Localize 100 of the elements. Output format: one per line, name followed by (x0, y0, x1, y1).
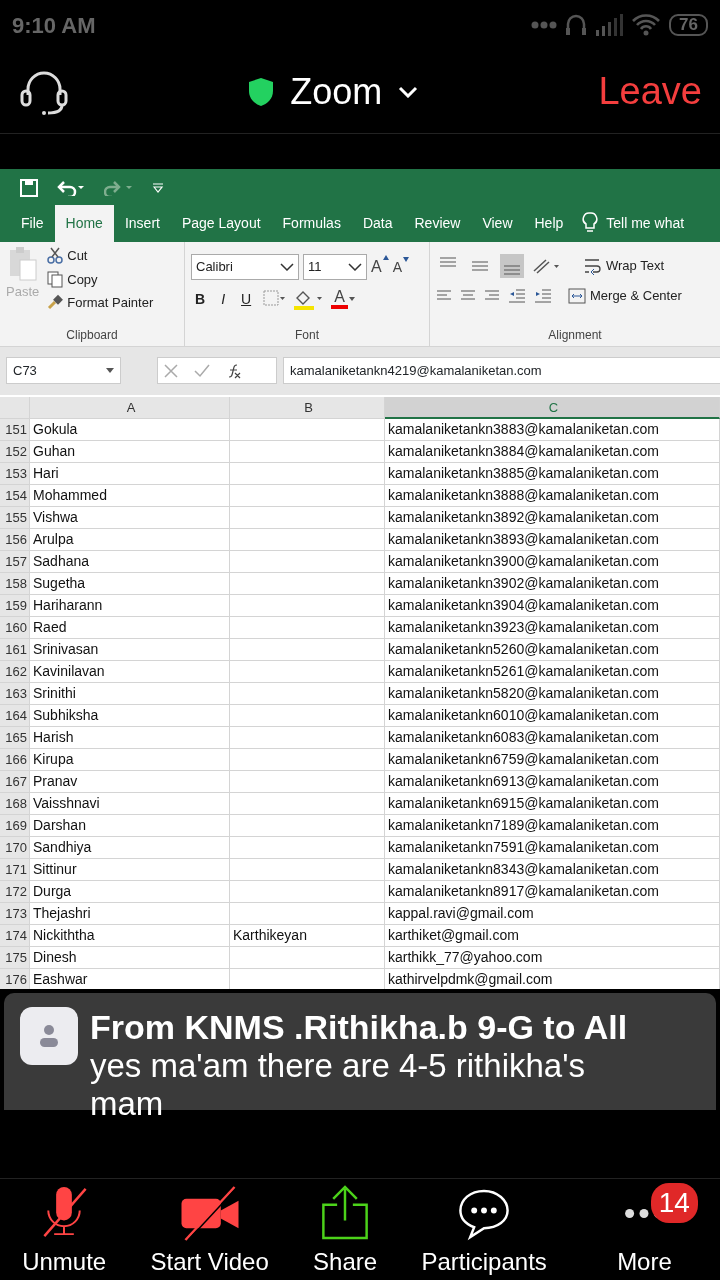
align-left-icon[interactable] (436, 288, 452, 303)
row-number[interactable]: 170 (0, 837, 30, 859)
ribbon-tab[interactable]: Review (403, 205, 472, 242)
row-number[interactable]: 174 (0, 925, 30, 947)
decrease-font-button[interactable]: A (392, 256, 409, 278)
row-number[interactable]: 166 (0, 749, 30, 771)
table-cell: kamalaniketankn7189@kamalaniketan.com (385, 815, 720, 837)
table-cell: Karthikeyan (230, 925, 385, 947)
group-label: Alignment (547, 327, 603, 344)
function-icon[interactable] (226, 362, 242, 379)
row-number[interactable]: 175 (0, 947, 30, 969)
table-cell: Kavinilavan (30, 661, 230, 683)
enter-icon[interactable] (194, 363, 210, 378)
row-number[interactable]: 171 (0, 859, 30, 881)
redo-icon[interactable] (104, 179, 134, 196)
lightbulb-icon (582, 212, 599, 234)
align-right-icon[interactable] (484, 288, 500, 303)
row-number[interactable]: 168 (0, 793, 30, 815)
decrease-indent-icon[interactable] (508, 287, 526, 304)
ribbon-tab[interactable]: Formulas (271, 205, 352, 242)
signal-icon (595, 14, 624, 36)
unmute-button[interactable]: Unmute (22, 1179, 107, 1280)
orientation-icon[interactable] (532, 257, 560, 275)
leave-button[interactable]: Leave (598, 63, 702, 120)
share-button[interactable]: Share (313, 1179, 378, 1280)
table-cell: Sandhiya (30, 837, 230, 859)
row-number[interactable]: 159 (0, 595, 30, 617)
merge-center-button[interactable]: Merge & Center (590, 286, 682, 306)
row-number[interactable]: 160 (0, 617, 30, 639)
row-number[interactable]: 163 (0, 683, 30, 705)
align-button[interactable] (500, 254, 524, 278)
row-number[interactable]: 155 (0, 507, 30, 529)
borders-icon[interactable] (263, 290, 286, 308)
italic-button[interactable]: I (217, 288, 229, 310)
font-size-dropdown[interactable]: 11 (303, 254, 367, 280)
table-cell: Hariharann (30, 595, 230, 617)
table-cell: Sugetha (30, 573, 230, 595)
copy-button[interactable]: Copy (67, 269, 98, 289)
table-cell: Gokula (30, 419, 230, 441)
font-name-dropdown[interactable]: Calibri (191, 254, 299, 280)
bold-button[interactable]: B (191, 288, 210, 310)
column-header[interactable]: A (30, 397, 230, 419)
table-cell: karthiket@gmail.com (385, 925, 720, 947)
tell-me-search[interactable]: Tell me what (606, 212, 685, 234)
table-cell: kamalaniketankn3892@kamalaniketan.com (385, 507, 720, 529)
row-number[interactable]: 161 (0, 639, 30, 661)
column-header[interactable]: B (230, 397, 385, 419)
wrap-text-button[interactable]: Wrap Text (606, 256, 665, 276)
row-number[interactable]: 157 (0, 551, 30, 573)
increase-indent-icon[interactable] (534, 287, 552, 304)
cut-button[interactable]: Cut (67, 246, 88, 266)
row-number[interactable]: 167 (0, 771, 30, 793)
row-number[interactable]: 172 (0, 881, 30, 903)
row-number[interactable]: 164 (0, 705, 30, 727)
start-video-button[interactable]: Start Video (150, 1179, 269, 1280)
ribbon-tab[interactable]: Page Layout (170, 205, 272, 242)
more-button[interactable]: More 14 (591, 1179, 698, 1280)
row-number[interactable]: 169 (0, 815, 30, 837)
table-cell: kamalaniketankn6915@kamalaniketan.com (385, 793, 720, 815)
ribbon-tab[interactable]: Insert (113, 205, 171, 242)
ribbon-tab[interactable]: File (10, 205, 55, 242)
ribbon-tab[interactable]: View (471, 205, 524, 242)
row-number[interactable]: 162 (0, 661, 30, 683)
row-number[interactable]: 152 (0, 441, 30, 463)
table-cell: kamalaniketankn3902@kamalaniketan.com (385, 573, 720, 595)
table-cell: kamalaniketankn3923@kamalaniketan.com (385, 617, 720, 639)
increase-font-button[interactable]: A (371, 255, 389, 279)
ribbon-tab[interactable]: Help (523, 205, 575, 242)
meeting-title[interactable]: Zoom (290, 64, 383, 119)
chevron-down-icon[interactable] (398, 85, 419, 98)
participants-button[interactable]: Participants (421, 1179, 547, 1280)
caret-up-icon (382, 255, 389, 260)
save-icon[interactable] (20, 178, 38, 197)
row-number[interactable]: 176 (0, 969, 30, 989)
underline-button[interactable]: U (237, 288, 256, 310)
formula-input[interactable]: kamalaniketankn4219@kamalaniketan.com (283, 357, 720, 384)
align-center-icon[interactable] (460, 288, 476, 303)
format-painter-button[interactable]: Format Painter (67, 293, 154, 313)
row-number[interactable]: 153 (0, 463, 30, 485)
row-number[interactable]: 173 (0, 903, 30, 925)
caret-down-icon (348, 297, 355, 301)
row-number[interactable]: 165 (0, 727, 30, 749)
undo-icon[interactable] (56, 179, 86, 196)
vertical-align-icon (471, 261, 489, 271)
row-number[interactable]: 151 (0, 419, 30, 441)
ribbon-tab[interactable]: Home (54, 205, 114, 242)
row-number[interactable]: 158 (0, 573, 30, 595)
ribbon-tab[interactable]: Data (351, 205, 404, 242)
table-cell: kamalaniketankn3888@kamalaniketan.com (385, 485, 720, 507)
name-box[interactable]: C73 (6, 357, 121, 384)
row-number[interactable]: 156 (0, 529, 30, 551)
font-color-button[interactable]: A (331, 289, 355, 309)
column-header[interactable]: C (385, 397, 720, 419)
headset-icon (565, 13, 588, 37)
scissors-icon (47, 247, 64, 265)
row-number[interactable]: 154 (0, 485, 30, 507)
table-cell: Vishwa (30, 507, 230, 529)
customize-dropdown-icon[interactable] (152, 182, 164, 193)
cancel-icon[interactable] (164, 363, 178, 378)
table-cell: Dinesh (30, 947, 230, 969)
